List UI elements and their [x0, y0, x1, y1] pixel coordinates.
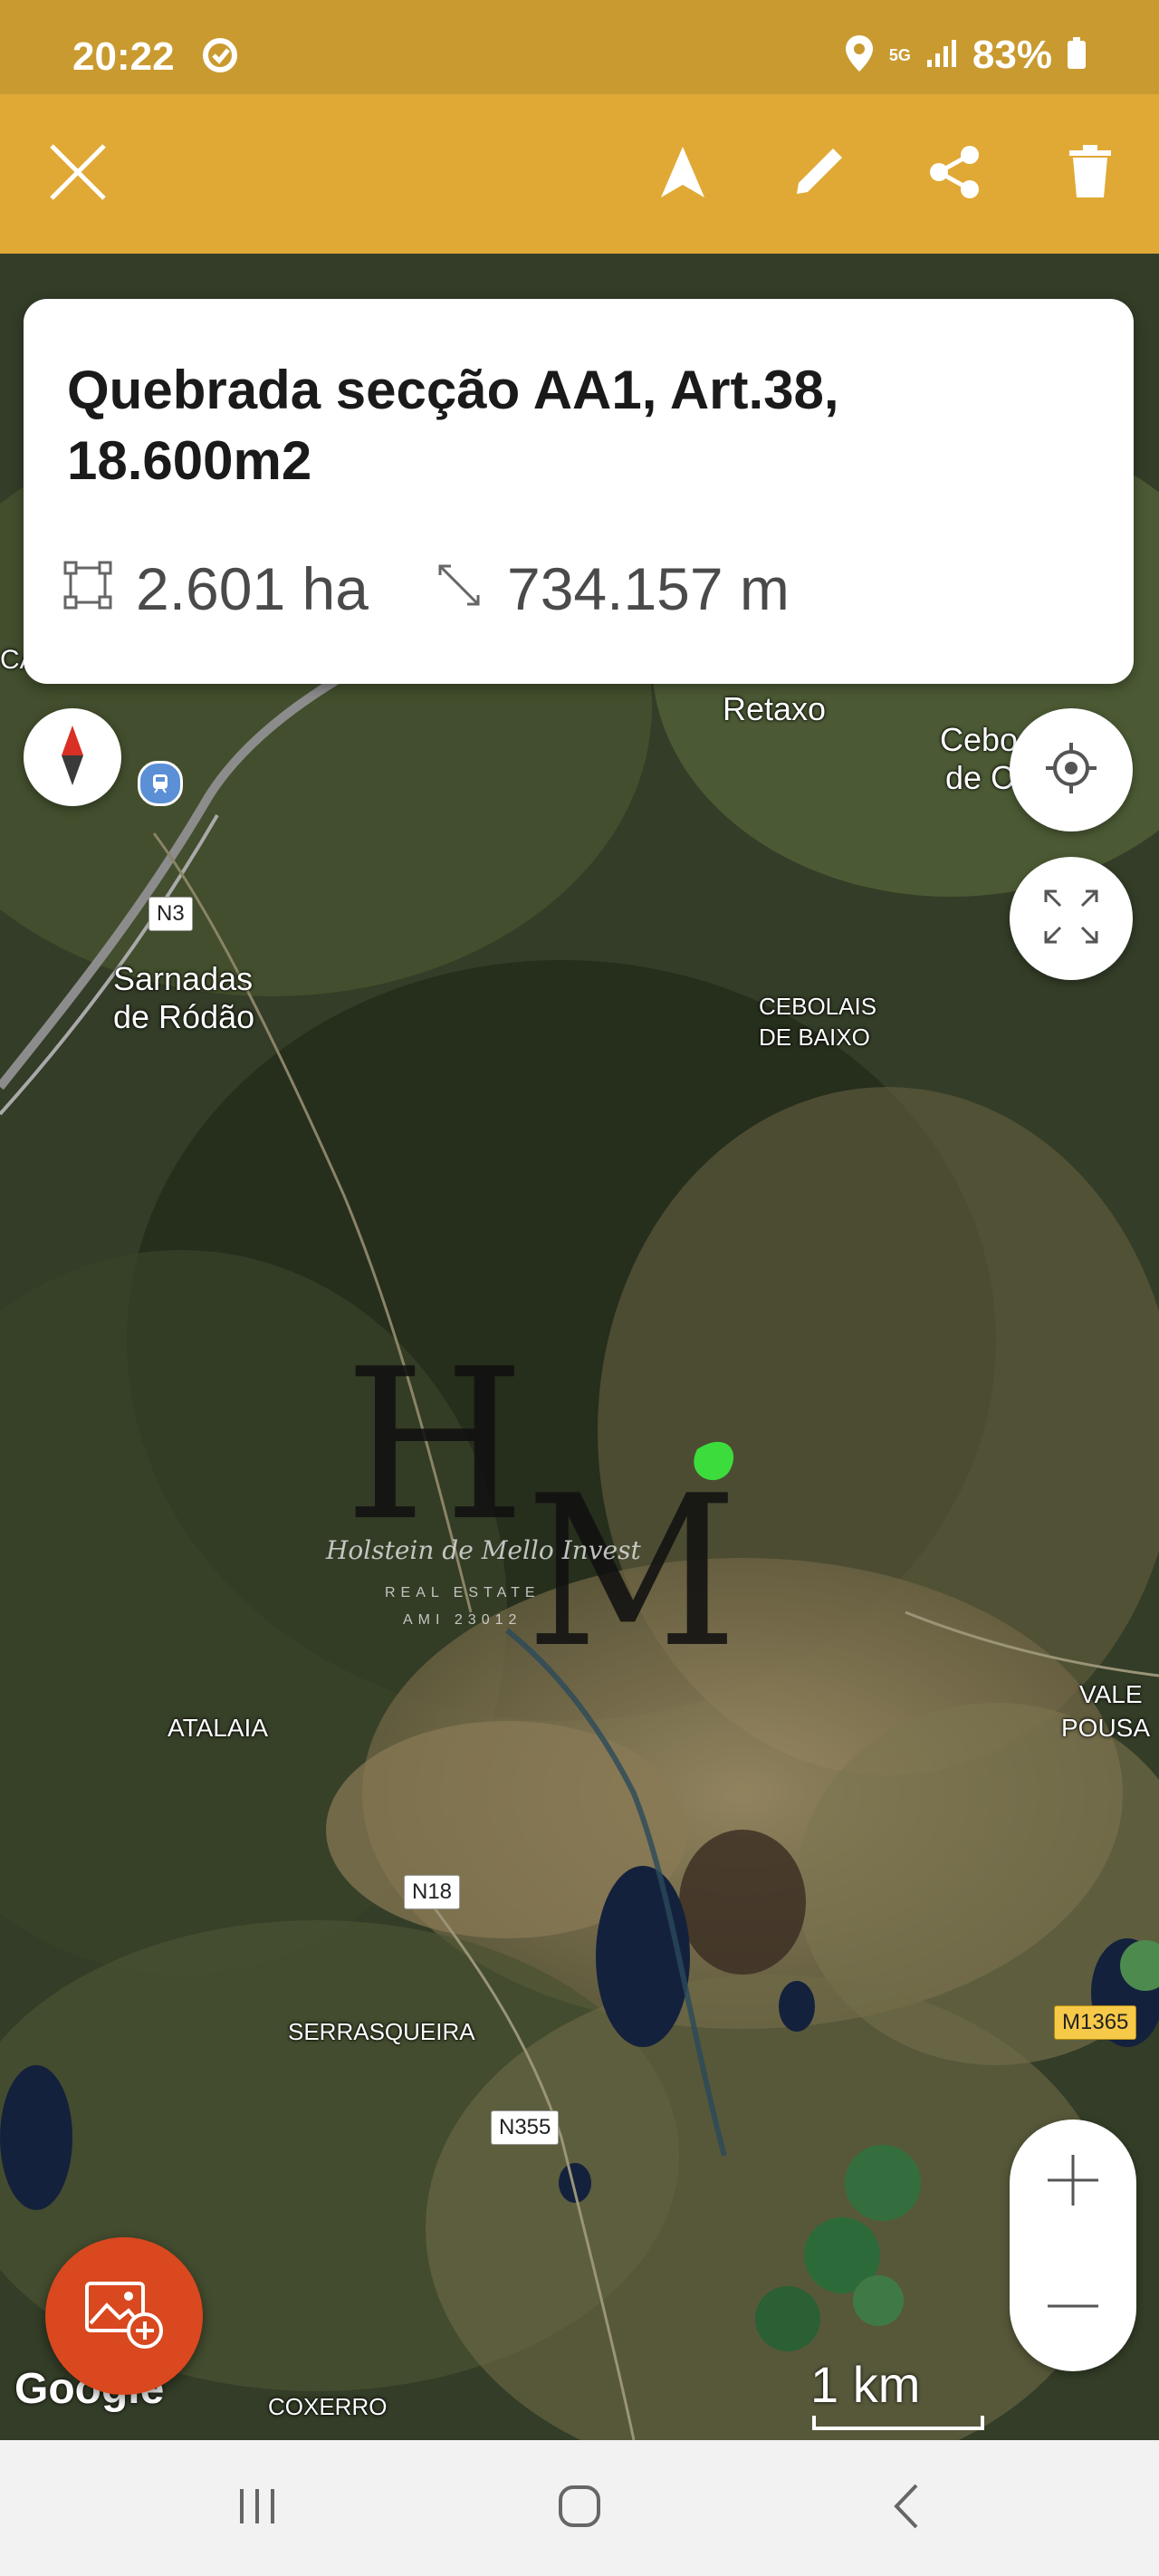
battery-percent: 83%	[972, 33, 1052, 77]
home-button[interactable]	[543, 2476, 616, 2540]
area-metric: 2.601 ha	[63, 554, 369, 623]
place-label-cebolais-baixo: CEBOLAIS	[759, 993, 877, 1020]
status-indicators: 5G 83%	[844, 33, 1087, 78]
recent-apps-icon	[235, 2484, 280, 2533]
zoom-in-button[interactable]	[1010, 2119, 1136, 2245]
place-label-sarnadas-2: de Ródão	[113, 998, 255, 1035]
perimeter-metric: 734.157 m	[435, 554, 790, 623]
scale-bar: 1 km	[810, 2355, 991, 2432]
zoom-controls	[1010, 2119, 1136, 2371]
network-label: 5G	[888, 45, 911, 64]
delete-button[interactable]	[1050, 134, 1130, 214]
share-button[interactable]	[915, 134, 994, 214]
parcel-title: Quebrada secção AA1, Art.38, 18.600m2	[67, 360, 839, 491]
expand-icon	[1042, 888, 1100, 950]
compass-icon	[54, 724, 91, 792]
minus-icon	[1046, 2279, 1100, 2338]
add-photo-button[interactable]	[45, 2237, 203, 2395]
watermark-line2: AMI 23012	[403, 1612, 522, 1628]
delete-trash-icon	[1068, 144, 1113, 204]
compass-button[interactable]	[24, 708, 121, 806]
area-polygon-icon	[63, 554, 112, 623]
road-label-m1365: M1365	[1054, 2005, 1137, 2040]
edit-pencil-icon	[791, 145, 846, 204]
back-chevron-icon	[887, 2482, 924, 2535]
scale-label: 1 km	[810, 2356, 921, 2413]
edit-button[interactable]	[779, 134, 858, 214]
battery-icon	[1067, 36, 1087, 74]
recent-apps-button[interactable]	[221, 2476, 293, 2540]
perimeter-value: 734.157 m	[507, 555, 790, 622]
fullscreen-button[interactable]	[1010, 857, 1133, 980]
road-label-n3: N3	[148, 897, 193, 931]
home-icon	[555, 2482, 604, 2535]
place-label-vale-2: POUSA	[1061, 1714, 1151, 1742]
navigate-arrow-icon	[657, 145, 708, 204]
watermark-line1: REAL ESTATE	[385, 1585, 541, 1600]
zoom-out-button[interactable]	[1010, 2245, 1136, 2371]
train-station-icon[interactable]	[138, 761, 183, 806]
svg-text:M: M	[525, 1452, 739, 1694]
road-label-n18: N18	[404, 1875, 461, 1909]
navigate-button[interactable]	[643, 134, 723, 214]
signal-icon	[925, 38, 958, 73]
system-navigation-bar	[0, 2440, 1159, 2576]
area-value: 2.601 ha	[136, 555, 369, 622]
place-label-cebolais-baixo-2: DE BAIXO	[759, 1024, 870, 1051]
place-label-serrasqueira: SERRASQUEIRA	[288, 2018, 475, 2045]
status-bar: 20:22 5G 83%	[0, 0, 1159, 94]
plus-icon	[1046, 2153, 1100, 2212]
place-label-cebolais-cima-2: de C	[945, 759, 1015, 796]
perimeter-icon	[435, 554, 484, 623]
close-button[interactable]	[38, 134, 118, 214]
crosshair-icon	[1044, 741, 1098, 800]
sync-icon	[201, 36, 239, 79]
road-label-n355: N355	[491, 2110, 560, 2145]
place-label-coxerro: COXERRO	[268, 2393, 388, 2420]
place-label-vale: VALE	[1079, 1680, 1143, 1708]
location-icon	[844, 34, 875, 78]
watermark-script: Holstein de Mello Invest	[326, 1535, 641, 1565]
place-label-atalaia: ATALAIA	[168, 1714, 269, 1742]
back-button[interactable]	[869, 2476, 942, 2540]
place-label-retaxo: Retaxo	[723, 690, 827, 727]
my-location-button[interactable]	[1010, 708, 1133, 831]
share-icon	[926, 144, 982, 205]
close-icon	[46, 140, 110, 208]
agency-watermark: H M Holstein de Mello Invest REAL ESTATE…	[308, 1325, 851, 1721]
place-label-cebolais-cima: Cebo	[940, 721, 1019, 758]
status-time: 20:22	[72, 34, 175, 79]
place-label-sarnadas: Sarnadas	[113, 960, 254, 997]
add-photo-icon	[83, 2278, 165, 2355]
parcel-info-card[interactable]: Quebrada secção AA1, Art.38, 18.600m2 2.…	[24, 299, 1134, 684]
toolbar	[0, 94, 1159, 254]
